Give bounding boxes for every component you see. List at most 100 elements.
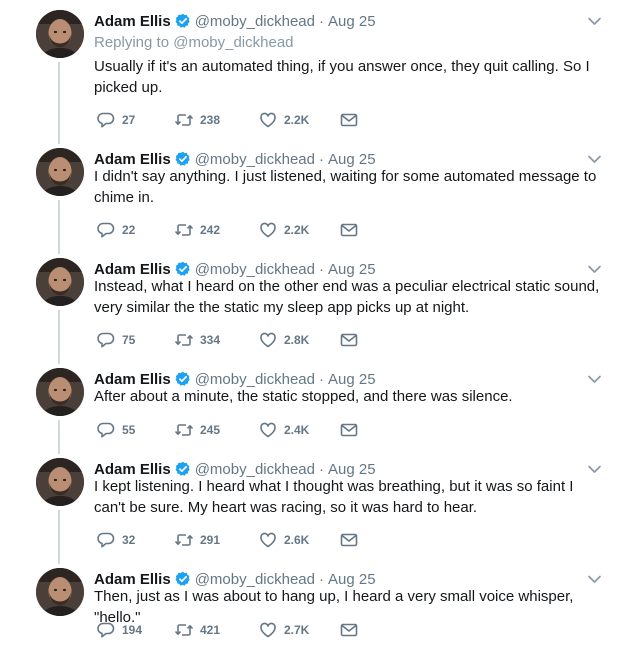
tweet-menu-button[interactable]	[586, 462, 602, 476]
retweet-button[interactable]: 245	[174, 420, 258, 440]
like-count: 2.8K	[284, 333, 310, 347]
tweet-timestamp[interactable]: Aug 25	[328, 571, 376, 588]
author-handle[interactable]: @moby_dickhead	[195, 371, 315, 388]
retweet-icon	[174, 330, 194, 350]
like-button[interactable]: 2.2K	[258, 110, 339, 130]
reply-icon	[96, 530, 116, 550]
tweet[interactable]: Adam Ellis @moby_dickhead · Aug 25 After abo…	[0, 368, 636, 442]
reply-count: 32	[122, 533, 136, 547]
author-handle[interactable]: @moby_dickhead	[195, 151, 315, 168]
envelope-icon	[339, 110, 359, 130]
tweet[interactable]: Adam Ellis @moby_dickhead · Aug 25 Instead, …	[0, 258, 636, 352]
heart-icon	[258, 620, 278, 640]
direct-message-button[interactable]	[339, 530, 359, 550]
reply-button[interactable]: 55	[96, 420, 174, 440]
direct-message-button[interactable]	[339, 330, 359, 350]
like-count: 2.2K	[284, 223, 310, 237]
retweet-button[interactable]: 242	[174, 220, 258, 240]
like-button[interactable]: 2.2K	[258, 220, 339, 240]
chevron-down-icon	[587, 373, 602, 385]
tweet-timestamp[interactable]: Aug 25	[328, 371, 376, 388]
author-name[interactable]: Adam Ellis	[94, 261, 171, 278]
reply-button[interactable]: 27	[96, 110, 174, 130]
like-count: 2.2K	[284, 113, 310, 127]
author-name[interactable]: Adam Ellis	[94, 571, 171, 588]
chevron-down-icon	[587, 573, 602, 585]
tweet-timestamp[interactable]: Aug 25	[328, 151, 376, 168]
avatar[interactable]	[36, 148, 84, 196]
verified-badge-icon	[175, 571, 191, 587]
author-name[interactable]: Adam Ellis	[94, 371, 171, 388]
like-button[interactable]: 2.6K	[258, 530, 339, 550]
like-count: 2.6K	[284, 533, 310, 547]
reply-button[interactable]: 32	[96, 530, 174, 550]
retweet-button[interactable]: 334	[174, 330, 258, 350]
avatar[interactable]	[36, 458, 84, 506]
avatar[interactable]	[36, 258, 84, 306]
tweet-menu-button[interactable]	[586, 372, 602, 386]
tweet-timestamp[interactable]: Aug 25	[328, 13, 376, 30]
tweet[interactable]: Adam Ellis @moby_dickhead · Aug 25 I didn't …	[0, 148, 636, 242]
like-count: 2.4K	[284, 423, 310, 437]
chevron-down-icon	[587, 463, 602, 475]
avatar[interactable]	[36, 368, 84, 416]
author-handle[interactable]: @moby_dickhead	[195, 571, 315, 588]
author-handle[interactable]: @moby_dickhead	[195, 261, 315, 278]
reply-button[interactable]: 75	[96, 330, 174, 350]
retweet-button[interactable]: 421	[174, 620, 258, 640]
tweet-menu-button[interactable]	[586, 262, 602, 276]
envelope-icon	[339, 220, 359, 240]
author-name[interactable]: Adam Ellis	[94, 13, 171, 30]
header-separator: ·	[319, 260, 324, 278]
tweet-menu-button[interactable]	[586, 14, 602, 28]
envelope-icon	[339, 530, 359, 550]
like-button[interactable]: 2.8K	[258, 330, 339, 350]
chevron-down-icon	[587, 15, 602, 27]
retweet-icon	[174, 420, 194, 440]
tweet[interactable]: Adam Ellis @moby_dickhead · Aug 25 Replying …	[0, 10, 636, 132]
like-button[interactable]: 2.4K	[258, 420, 339, 440]
retweet-icon	[174, 220, 194, 240]
tweet-menu-button[interactable]	[586, 152, 602, 166]
heart-icon	[258, 530, 278, 550]
reply-icon	[96, 620, 116, 640]
verified-badge-icon	[175, 151, 191, 167]
tweet-text: Usually if it's an automated thing, if y…	[94, 58, 590, 96]
tweet-timestamp[interactable]: Aug 25	[328, 261, 376, 278]
tweet-text: I didn't say anything. I just listened, …	[94, 168, 597, 206]
chevron-down-icon	[587, 153, 602, 165]
reply-button[interactable]: 22	[96, 220, 174, 240]
retweet-button[interactable]: 291	[174, 530, 258, 550]
direct-message-button[interactable]	[339, 110, 359, 130]
tweet[interactable]: Adam Ellis @moby_dickhead · Aug 25 I kept li…	[0, 458, 636, 552]
retweet-count: 242	[200, 223, 221, 237]
direct-message-button[interactable]	[339, 620, 359, 640]
avatar[interactable]	[36, 568, 84, 616]
retweet-button[interactable]: 238	[174, 110, 258, 130]
header-separator: ·	[319, 370, 324, 388]
like-button[interactable]: 2.7K	[258, 620, 339, 640]
author-handle[interactable]: @moby_dickhead	[195, 13, 315, 30]
tweet-text: After about a minute, the static stopped…	[94, 388, 513, 405]
tweet[interactable]: Adam Ellis @moby_dickhead · Aug 25 Then, jus…	[0, 568, 636, 642]
tweet-actions: 194 421 2.7K	[96, 620, 359, 640]
reply-count: 55	[122, 423, 136, 437]
author-name[interactable]: Adam Ellis	[94, 151, 171, 168]
author-handle[interactable]: @moby_dickhead	[195, 461, 315, 478]
tweet-timestamp[interactable]: Aug 25	[328, 461, 376, 478]
replying-to-line: Replying to @moby_dickhead	[94, 34, 294, 51]
direct-message-button[interactable]	[339, 420, 359, 440]
reply-button[interactable]: 194	[96, 620, 174, 640]
author-name[interactable]: Adam Ellis	[94, 461, 171, 478]
header-separator: ·	[319, 570, 324, 588]
tweet-menu-button[interactable]	[586, 572, 602, 586]
avatar[interactable]	[36, 10, 84, 58]
retweet-count: 245	[200, 423, 221, 437]
reply-count: 75	[122, 333, 136, 347]
replying-to-handle[interactable]: @moby_dickhead	[173, 34, 293, 51]
reply-count: 27	[122, 113, 136, 127]
direct-message-button[interactable]	[339, 220, 359, 240]
retweet-count: 291	[200, 533, 221, 547]
chevron-down-icon	[587, 263, 602, 275]
reply-count: 22	[122, 223, 136, 237]
